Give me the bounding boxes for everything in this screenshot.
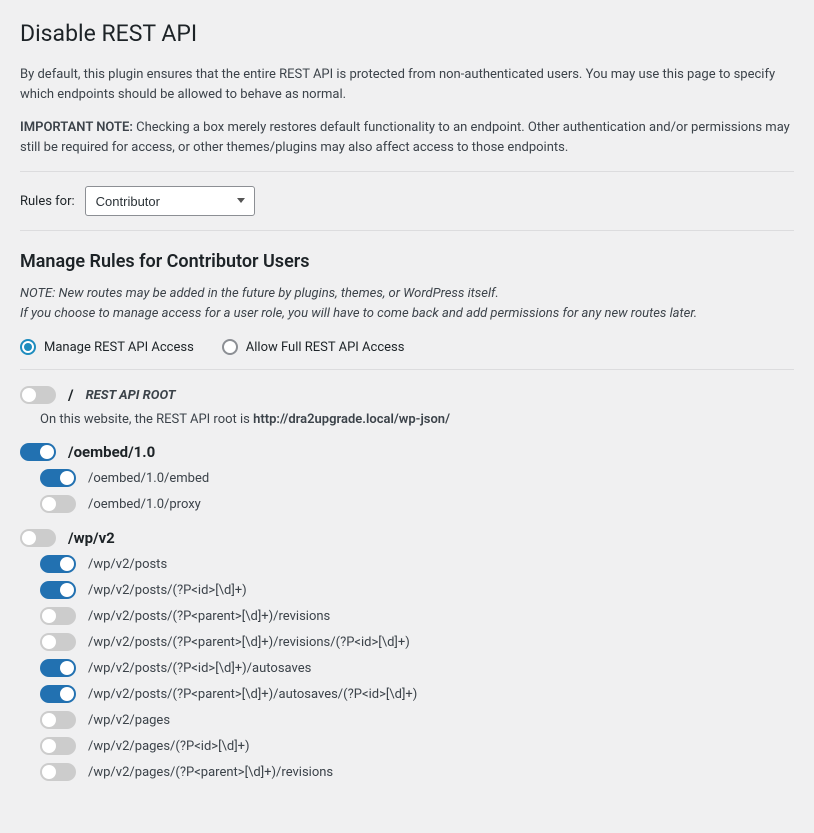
- route-path: /wp/v2/pages/(?P<id>[\d]+): [88, 739, 250, 754]
- radio-manage-access[interactable]: Manage REST API Access: [20, 339, 194, 355]
- divider: [20, 369, 794, 370]
- toggle-group[interactable]: [20, 529, 56, 547]
- toggle-route[interactable]: [40, 659, 76, 677]
- toggle-route[interactable]: [40, 685, 76, 703]
- rules-for-label: Rules for:: [20, 194, 75, 209]
- toggle-route[interactable]: [40, 633, 76, 651]
- route-path: /wp/v2/posts/(?P<parent>[\d]+)/revisions…: [88, 635, 410, 650]
- route-path: /wp/v2/posts/(?P<id>[\d]+): [88, 583, 247, 598]
- toggle-group[interactable]: [20, 443, 56, 461]
- group-name: /oembed/1.0: [68, 443, 155, 461]
- route-path: /wp/v2/posts: [88, 557, 167, 572]
- radio-full-access[interactable]: Allow Full REST API Access: [222, 339, 405, 355]
- toggle-root[interactable]: [20, 386, 56, 404]
- route-path: /wp/v2/pages/(?P<parent>[\d]+)/revisions: [88, 765, 333, 780]
- routes-subnote: NOTE: New routes may be added in the fut…: [20, 284, 794, 323]
- toggle-route[interactable]: [40, 737, 76, 755]
- radio-icon: [222, 339, 238, 355]
- route-path: /wp/v2/posts/(?P<parent>[\d]+)/autosaves…: [88, 687, 417, 702]
- role-select[interactable]: Contributor: [85, 186, 255, 216]
- route-path: /wp/v2/posts/(?P<parent>[\d]+)/revisions: [88, 609, 330, 624]
- root-slash: /: [68, 386, 74, 404]
- page-title: Disable REST API: [20, 20, 794, 47]
- toggle-route[interactable]: [40, 555, 76, 573]
- intro-text: By default, this plugin ensures that the…: [20, 65, 794, 104]
- root-desc: On this website, the REST API root is ht…: [40, 412, 794, 427]
- toggle-route[interactable]: [40, 469, 76, 487]
- route-path: /wp/v2/posts/(?P<id>[\d]+)/autosaves: [88, 661, 311, 676]
- important-note: IMPORTANT NOTE: Checking a box merely re…: [20, 118, 794, 157]
- toggle-route[interactable]: [40, 607, 76, 625]
- divider: [20, 171, 794, 172]
- divider: [20, 230, 794, 231]
- toggle-route[interactable]: [40, 763, 76, 781]
- route-path: /oembed/1.0/proxy: [88, 497, 201, 512]
- manage-heading: Manage Rules for Contributor Users: [20, 251, 794, 272]
- group-name: /wp/v2: [68, 529, 115, 547]
- radio-icon: [20, 339, 36, 355]
- important-label: IMPORTANT NOTE:: [20, 120, 133, 135]
- toggle-route[interactable]: [40, 581, 76, 599]
- route-path: /wp/v2/pages: [88, 713, 170, 728]
- root-label: REST API ROOT: [86, 388, 176, 403]
- toggle-route[interactable]: [40, 711, 76, 729]
- route-path: /oembed/1.0/embed: [88, 471, 209, 486]
- toggle-route[interactable]: [40, 495, 76, 513]
- important-text: Checking a box merely restores default f…: [20, 120, 790, 155]
